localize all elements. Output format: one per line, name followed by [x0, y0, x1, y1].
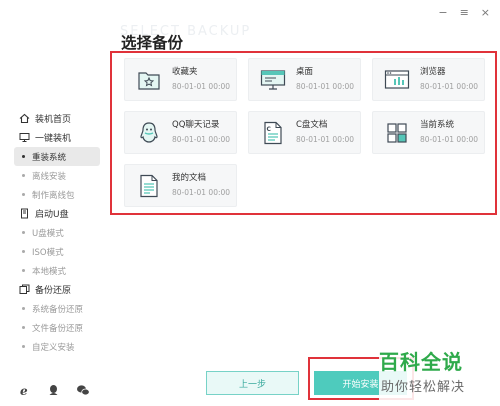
sidebar-item-file-backup[interactable]: 文件备份还原: [0, 318, 108, 337]
sidebar-item-label: 本地模式: [32, 266, 67, 277]
sidebar-item-iso-mode[interactable]: ISO模式: [0, 242, 108, 261]
nav-usb-group: 启动U盘 U盘模式 ISO模式 本地模式: [0, 204, 108, 280]
sidebar-item-label: ISO模式: [32, 247, 64, 258]
sidebar-item-label: 备份还原: [35, 286, 72, 296]
desktop-icon: [260, 67, 286, 93]
bullet-icon: [22, 307, 25, 310]
sidebar-item-custom-install[interactable]: 自定义安装: [0, 337, 108, 356]
card-name: C盘文档: [296, 119, 328, 130]
sidebar: 装机首页 一键装机 重装系统 离线安装 制作离线包 启动U盘 U盘模式 ISO模…: [0, 0, 108, 406]
sidebar-item-label: 装机首页: [35, 115, 72, 125]
card-name: 我的文档: [172, 172, 207, 183]
sidebar-item-backup[interactable]: 备份还原: [0, 280, 108, 299]
sidebar-bottom-links: e: [0, 382, 108, 398]
backup-card-current-system[interactable]: 当前系统 80-01-01 00:00: [372, 111, 485, 154]
sidebar-item-label: 自定义安装: [32, 342, 75, 353]
menu-button[interactable]: ≡: [460, 6, 469, 20]
card-date: 80-01-01 00:00: [172, 187, 231, 197]
page-title: 选择备份: [121, 34, 184, 52]
sidebar-item-label: 制作离线包: [32, 190, 75, 201]
sidebar-item-make-offline-package[interactable]: 制作离线包: [0, 185, 108, 204]
sidebar-item-label: 文件备份还原: [32, 323, 84, 334]
backup-card-c-drive-docs[interactable]: C C盘文档 80-01-01 00:00: [248, 111, 361, 154]
bullet-icon: [22, 174, 25, 177]
qq-icon[interactable]: [46, 382, 62, 398]
sidebar-item-home[interactable]: 装机首页: [0, 109, 108, 128]
svg-text:e: e: [20, 384, 28, 397]
qq-icon: [136, 120, 162, 146]
home-icon: [18, 113, 30, 125]
card-date: 80-01-01 00:00: [172, 81, 231, 91]
card-date: 80-01-01 00:00: [420, 81, 479, 91]
bullet-icon: [22, 193, 25, 196]
nav-backup-group: 备份还原 系统备份还原 文件备份还原 自定义安装: [0, 280, 108, 356]
sidebar-item-reinstall[interactable]: 重装系统: [14, 147, 100, 166]
sidebar-item-usb-mode[interactable]: U盘模式: [0, 223, 108, 242]
backup-card-favorites[interactable]: 收藏夹 80-01-01 00:00: [124, 58, 237, 101]
card-date: 80-01-01 00:00: [172, 134, 231, 144]
previous-step-button[interactable]: 上一步: [206, 371, 299, 395]
sidebar-item-label: 启动U盘: [35, 210, 69, 220]
document-icon: C: [260, 120, 286, 146]
favorites-icon: [136, 67, 162, 93]
card-name: 收藏夹: [172, 66, 198, 77]
close-button[interactable]: ×: [481, 6, 490, 20]
card-name: 桌面: [296, 66, 314, 77]
window-controls: − ≡ ×: [438, 6, 490, 20]
nav-home-group: 装机首页: [0, 109, 108, 128]
backup-card-my-documents[interactable]: 我的文档 80-01-01 00:00: [124, 164, 237, 207]
svg-text:C: C: [267, 126, 272, 133]
card-name: 当前系统: [420, 119, 455, 130]
my-documents-icon: [136, 173, 162, 199]
nav-one-click-group: 一键装机 重装系统 离线安装 制作离线包: [0, 128, 108, 204]
minimize-button[interactable]: −: [438, 6, 447, 20]
card-date: 80-01-01 00:00: [296, 134, 355, 144]
card-name: 浏览器: [420, 66, 446, 77]
sidebar-item-local-mode[interactable]: 本地模式: [0, 261, 108, 280]
sidebar-item-system-backup[interactable]: 系统备份还原: [0, 299, 108, 318]
sidebar-item-offline-install[interactable]: 离线安装: [0, 166, 108, 185]
backup-icon: [18, 284, 30, 296]
sidebar-item-one-click[interactable]: 一键装机: [0, 128, 108, 147]
bullet-icon: [22, 231, 25, 234]
brand-watermark: 百科全说 助你轻松解决: [379, 346, 500, 406]
sidebar-item-label: 离线安装: [32, 171, 67, 182]
card-name: QQ聊天记录: [172, 119, 220, 130]
backup-card-browser[interactable]: 浏览器 80-01-01 00:00: [372, 58, 485, 101]
bullet-icon: [22, 250, 25, 253]
watermark-title: 百科全说: [379, 350, 463, 374]
system-icon: [384, 120, 410, 146]
monitor-icon: [18, 132, 30, 144]
bullet-icon: [22, 326, 25, 329]
wechat-icon[interactable]: [75, 382, 91, 398]
bullet-icon: [22, 155, 25, 158]
bullet-icon: [22, 269, 25, 272]
card-date: 80-01-01 00:00: [420, 134, 479, 144]
bullet-icon: [22, 345, 25, 348]
watermark-subtitle: 助你轻松解决: [381, 380, 466, 395]
sidebar-item-label: 一键装机: [35, 134, 72, 144]
card-date: 80-01-01 00:00: [296, 81, 355, 91]
sidebar-item-label: U盘模式: [32, 228, 64, 239]
browser-icon: [384, 67, 410, 93]
ie-icon[interactable]: e: [17, 382, 33, 398]
backup-card-qq-chat[interactable]: QQ聊天记录 80-01-01 00:00: [124, 111, 237, 154]
sidebar-item-label: 重装系统: [32, 152, 67, 163]
backup-card-desktop[interactable]: 桌面 80-01-01 00:00: [248, 58, 361, 101]
usb-drive-icon: [18, 208, 30, 220]
sidebar-item-usb[interactable]: 启动U盘: [0, 204, 108, 223]
sidebar-item-label: 系统备份还原: [32, 304, 84, 315]
